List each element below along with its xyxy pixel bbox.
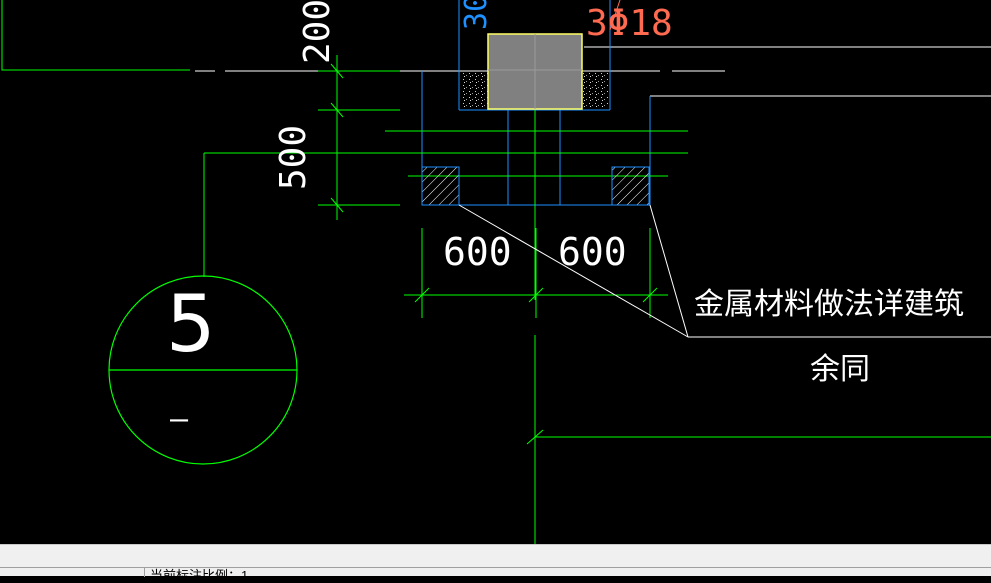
annotation-text-line2: 余同 (810, 352, 870, 387)
cad-drawing-viewport[interactable]: 200 500 600 600 3Φ18 30 金属材料做法详建筑 余同 5 — (0, 0, 991, 544)
detail-marker-sub: — (170, 402, 189, 437)
status-bar: 当前标注比例：1 (0, 544, 991, 582)
dim-text-width-left: 600 (443, 230, 512, 274)
frame-line (1, 0, 190, 71)
vertical-dimension (318, 55, 400, 220)
status-bar-divider (0, 567, 991, 568)
detail-marker-number: 5 (166, 280, 216, 370)
dim-text-lower-height: 500 (273, 124, 314, 190)
dim-text-width-right: 600 (558, 230, 627, 274)
dim-text-top-height: 200 (297, 0, 338, 64)
hatch-block-left (421, 166, 460, 206)
hatch-block-right (611, 166, 650, 206)
annotation-text-line1: 金属材料做法详建筑 (694, 287, 964, 322)
rebar-label: 3Φ18 (586, 3, 673, 44)
partial-column-text: 30 (459, 0, 494, 30)
